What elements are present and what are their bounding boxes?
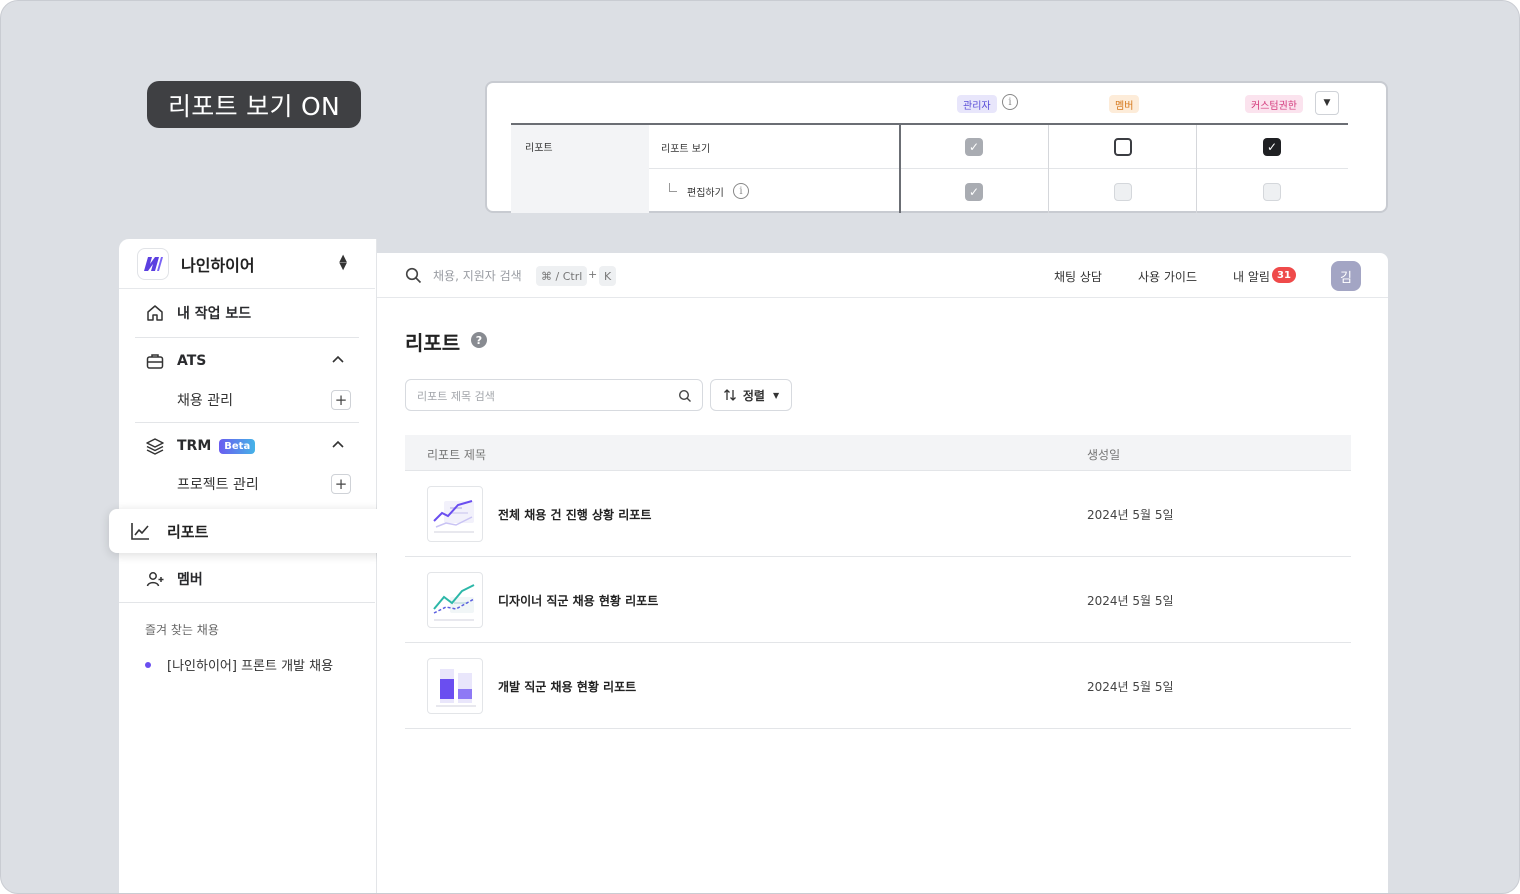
beta-badge: Beta xyxy=(219,438,256,454)
role-badge-member: 멤버 xyxy=(1109,95,1140,113)
search-placeholder: 리포트 제목 검색 xyxy=(417,390,495,403)
search-icon[interactable] xyxy=(678,389,692,403)
permission-table: 관리자 i 멤버 커스텀권한 ▼ 리포트 리포트 보기 편집하기 i ✓ ✓ ✓ xyxy=(485,81,1388,213)
nav-label: 리포트 xyxy=(167,522,209,541)
sort-icon xyxy=(723,389,736,401)
nav-label: TRM xyxy=(177,438,212,454)
report-date: 2024년 5월 5일 xyxy=(1087,680,1174,694)
chat-link[interactable]: 채팅 상담 xyxy=(1054,268,1102,285)
favorite-label: [나인하이어] 프론트 개발 채용 xyxy=(167,659,334,674)
line-chart-icon xyxy=(131,523,149,540)
sidebar: 나인하이어 ▲ ▼ 내 작업 보드 ATS 채용 관리 + TRM Beta 프로… xyxy=(119,239,377,893)
add-recruit-button[interactable]: + xyxy=(331,390,351,410)
sidebar-item-project-manage[interactable]: 프로젝트 관리 + xyxy=(177,469,351,499)
search-icon[interactable] xyxy=(405,267,422,284)
top-bar: 채용, 지원자 검색 ⌘ / Ctrl + K 채팅 상담 사용 가이드 내 알… xyxy=(377,253,1388,298)
bullet-dot-icon xyxy=(145,661,151,668)
info-icon[interactable]: i xyxy=(1002,94,1018,110)
favorites-title: 즐겨 찾는 채용 xyxy=(145,623,219,637)
divider xyxy=(135,337,359,338)
chevron-updown-icon[interactable]: ▲ ▼ xyxy=(339,254,347,272)
checkbox-custom-view[interactable]: ✓ xyxy=(1263,138,1281,156)
role-badge-admin: 관리자 xyxy=(957,95,997,113)
chevron-up-icon[interactable] xyxy=(331,438,345,452)
column-header: 생성일 xyxy=(1087,448,1121,462)
shortcut-key: ⌘ / Ctrl xyxy=(536,266,588,286)
workspace-logo xyxy=(137,247,169,280)
global-search-input[interactable]: 채용, 지원자 검색 xyxy=(433,267,522,284)
divider xyxy=(899,125,901,213)
report-title[interactable]: 개발 직군 채용 현황 리포트 xyxy=(498,678,636,695)
layers-icon xyxy=(146,438,164,455)
permission-label: 리포트 보기 xyxy=(661,144,711,155)
nav-label: 채용 관리 xyxy=(177,393,233,409)
checkbox-member-view[interactable] xyxy=(1114,138,1132,156)
shortcut-key: K xyxy=(599,266,617,286)
nav-item-report-active[interactable]: 리포트 xyxy=(109,509,387,553)
checkbox-member-edit xyxy=(1114,183,1132,201)
nav-label: 멤버 xyxy=(177,572,203,588)
notifications-link[interactable]: 내 알림 xyxy=(1233,268,1270,285)
report-thumbnail xyxy=(427,486,483,542)
divider xyxy=(1196,125,1197,213)
table-row[interactable]: 전체 채용 건 진행 상황 리포트 2024년 5월 5일 xyxy=(405,471,1351,557)
add-project-button[interactable]: + xyxy=(331,474,351,494)
notification-count-badge: 31 xyxy=(1272,267,1296,283)
workspace-name: 나인하이어 xyxy=(181,255,255,275)
briefcase-icon xyxy=(146,354,164,369)
nav-label: 내 작업 보드 xyxy=(177,306,252,322)
nav-item-dashboard[interactable]: 내 작업 보드 xyxy=(135,293,359,333)
canvas-frame: 리포트 보기 ON 관리자 i 멤버 커스텀권한 ▼ 리포트 리포트 보기 편집… xyxy=(0,0,1520,894)
sort-button[interactable]: 정렬 ▼ xyxy=(710,379,792,411)
permission-row: 리포트 보기 xyxy=(649,125,1348,169)
divider xyxy=(119,602,375,603)
nav-label: 프로젝트 관리 xyxy=(177,477,259,493)
report-date: 2024년 5월 5일 xyxy=(1087,508,1174,522)
sub-indent-icon xyxy=(669,183,677,192)
info-icon[interactable]: i xyxy=(733,183,749,199)
feature-tag: 리포트 보기 ON xyxy=(147,81,361,128)
nav-item-trm[interactable]: TRM Beta xyxy=(135,426,359,466)
table-row[interactable]: 개발 직군 채용 현황 리포트 2024년 5월 5일 xyxy=(405,643,1351,729)
help-icon[interactable]: ? xyxy=(471,332,487,348)
user-add-icon xyxy=(146,572,164,587)
table-header: 리포트 제목 생성일 xyxy=(405,435,1351,471)
sort-label: 정렬 xyxy=(742,388,765,403)
permission-row: 편집하기 i xyxy=(649,169,1348,213)
divider xyxy=(135,422,359,423)
chevron-up-icon[interactable] xyxy=(331,353,345,367)
permission-category: 리포트 xyxy=(511,125,649,213)
workspace-switcher[interactable]: 나인하이어 ▲ ▼ xyxy=(119,239,375,289)
nav-item-ats[interactable]: ATS xyxy=(135,341,359,381)
avatar[interactable]: 김 xyxy=(1331,261,1361,291)
report-title[interactable]: 전체 채용 건 진행 상황 리포트 xyxy=(498,506,651,523)
checkbox-admin-edit: ✓ xyxy=(965,183,983,201)
permission-label: 편집하기 xyxy=(687,188,724,199)
role-dropdown-button[interactable]: ▼ xyxy=(1315,91,1339,115)
report-search-input[interactable]: 리포트 제목 검색 xyxy=(405,379,703,411)
nav-item-member[interactable]: 멤버 xyxy=(135,559,359,599)
checkbox-admin-view: ✓ xyxy=(965,138,983,156)
shortcut-plus: + xyxy=(588,268,598,281)
permission-header: 관리자 i 멤버 커스텀권한 ▼ xyxy=(511,83,1348,125)
divider xyxy=(1048,125,1049,213)
favorite-item[interactable]: [나인하이어] 프론트 개발 채용 xyxy=(145,655,333,674)
page-title: 리포트 xyxy=(405,331,461,355)
report-date: 2024년 5월 5일 xyxy=(1087,594,1174,608)
caret-down-icon: ▼ xyxy=(772,390,780,400)
report-thumbnail xyxy=(427,572,483,628)
guide-link[interactable]: 사용 가이드 xyxy=(1138,268,1197,285)
home-icon xyxy=(147,305,163,321)
role-badge-custom: 커스텀권한 xyxy=(1245,95,1303,113)
table-row[interactable]: 디자이너 직군 채용 현황 리포트 2024년 5월 5일 xyxy=(405,557,1351,643)
report-title[interactable]: 디자이너 직군 채용 현황 리포트 xyxy=(498,592,658,609)
checkbox-custom-edit xyxy=(1263,183,1281,201)
nav-label: ATS xyxy=(177,353,207,369)
report-thumbnail xyxy=(427,658,483,714)
main-content: 채용, 지원자 검색 ⌘ / Ctrl + K 채팅 상담 사용 가이드 내 알… xyxy=(377,253,1388,893)
column-header: 리포트 제목 xyxy=(427,448,487,462)
sidebar-item-recruit-manage[interactable]: 채용 관리 + xyxy=(177,385,351,415)
